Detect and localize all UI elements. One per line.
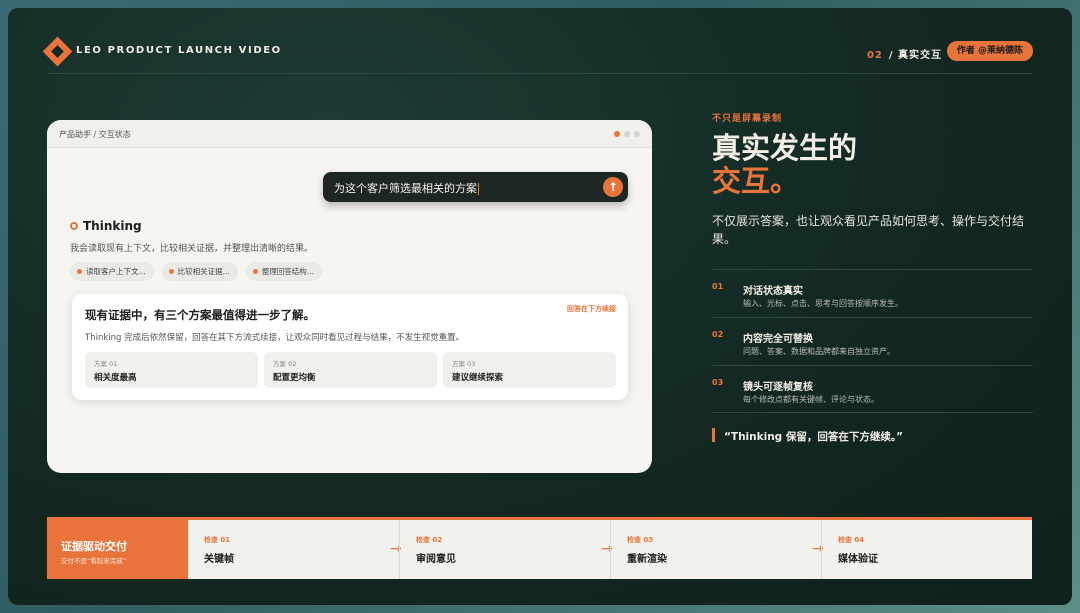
feature-number: 02 (712, 330, 724, 339)
check-step: 检查 04 媒体验证 (821, 520, 1032, 579)
check-step-key: 检查 02 (416, 536, 443, 544)
slide-frame: LEO PRODUCT LAUNCH VIDEO 02 / 真实交互 作者 @莱纳… (8, 8, 1072, 605)
check-step-key: 检查 03 (627, 536, 654, 544)
feature-number: 03 (712, 378, 724, 387)
option-value: 相关度最高 (94, 373, 137, 383)
section-title: 真实交互 (898, 50, 942, 61)
window-dot[interactable] (634, 131, 640, 137)
header: LEO PRODUCT LAUNCH VIDEO 02 / 真实交互 作者 @莱纳… (8, 8, 1072, 74)
logo-diamond-icon (42, 36, 73, 67)
option-key: 方案 03 (452, 360, 476, 368)
check-step-value: 审阅意见 (416, 554, 456, 565)
feature-item: 01 对话状态真实 输入、光标、点击、思考与回答按顺序发生。 (712, 269, 1033, 317)
header-divider (47, 73, 1033, 74)
breadcrumb: 产品助手 / 交互状态 (59, 130, 131, 139)
option-key: 方案 02 (273, 360, 297, 368)
prompt-text: 为这个客户筛选最相关的方案 (334, 180, 479, 196)
thinking-description: 我会读取现有上下文，比较相关证据，并整理出清晰的结果。 (70, 244, 314, 254)
answer-title: 现有证据中，有三个方案最值得进一步了解。 (85, 308, 315, 322)
section-separator: / (888, 50, 894, 61)
author-badge: 作者 @莱纳德陈 (946, 41, 1033, 61)
option-value: 配置更均衡 (273, 373, 316, 383)
eyebrow-text: 不只是屏幕录制 (712, 114, 783, 124)
answer-description: Thinking 完成后依然保留，回答在其下方流式续接，让观众同时看见过程与结果… (85, 333, 465, 343)
option-card[interactable]: 方案 02 配置更均衡 (264, 352, 437, 388)
feature-title: 内容完全可替换 (743, 334, 813, 345)
headline-line-1: 真实发生的 (712, 131, 858, 165)
check-step-value: 重新渲染 (627, 554, 667, 565)
feature-title: 对话状态真实 (743, 286, 803, 297)
feature-divider (712, 412, 1033, 413)
feature-item: 02 内容完全可替换 问题、答案、数据和品牌都来自独立资产。 (712, 317, 1033, 365)
send-button[interactable]: ↑ (603, 177, 623, 197)
check-step: 检查 03 重新渲染 (610, 520, 821, 579)
check-step-value: 关键帧 (204, 554, 234, 565)
option-card[interactable]: 方案 01 相关度最高 (85, 352, 258, 388)
option-key: 方案 01 (94, 360, 118, 368)
prompt-input[interactable]: 为这个客户筛选最相关的方案 ↑ (323, 172, 628, 202)
answer-card: 现有证据中，有三个方案最值得进一步了解。 回答在下方续接 Thinking 完成… (72, 294, 628, 400)
section-number: 02 (866, 50, 883, 61)
feature-description: 输入、光标、点击、思考与回答按顺序发生。 (743, 299, 903, 308)
feature-title: 镜头可逐帧复核 (743, 382, 813, 393)
answer-tag: 回答在下方续接 (567, 305, 616, 313)
headline-line-2: 交互。 (712, 164, 800, 198)
feature-item: 03 镜头可逐帧复核 每个修改点都有关键帧、评论与状态。 (712, 365, 1033, 413)
thinking-step-chip: 比较相关证据... (161, 262, 238, 281)
quote-accent-bar (712, 428, 715, 442)
strip-lead-title: 证据驱动交付 (61, 540, 127, 553)
lead-paragraph: 不仅展示答案，也让观众看见产品如何思考、操作与交付结果。 (712, 214, 1025, 246)
window-titlebar: 产品助手 / 交互状态 (47, 120, 652, 148)
thinking-steps: 读取客户上下文... 比较相关证据... 整理回答结构... (70, 262, 322, 281)
feature-number: 01 (712, 282, 724, 291)
strip-lead-subtitle: 交付不是“看起来完成” (61, 557, 127, 565)
window-dots (614, 131, 640, 137)
feature-description: 问题、答案、数据和品牌都来自独立资产。 (743, 347, 895, 356)
strip-lead-block: 证据驱动交付 交付不是“看起来完成” (47, 520, 188, 579)
section-label: 02 / 真实交互 (867, 46, 942, 61)
app-window: 产品助手 / 交互状态 为这个客户筛选最相关的方案 ↑ Thinking 我会读… (47, 120, 652, 473)
check-step-value: 媒体验证 (838, 554, 878, 565)
window-dot[interactable] (624, 131, 630, 137)
process-strip: 证据驱动交付 交付不是“看起来完成” 检查 01 关键帧 → 检查 02 审阅意… (47, 517, 1032, 579)
pull-quote: “Thinking 保留，回答在下方继续。” (724, 431, 903, 443)
window-dot-active[interactable] (614, 131, 620, 137)
answer-options: 方案 01 相关度最高 方案 02 配置更均衡 方案 03 建议继续探索 (85, 352, 616, 388)
thinking-step-chip: 整理回答结构... (245, 262, 322, 281)
arrow-up-icon: ↑ (607, 180, 619, 194)
thinking-title: Thinking (83, 219, 142, 233)
text-caret (478, 183, 479, 195)
option-card[interactable]: 方案 03 建议继续探索 (443, 352, 616, 388)
thinking-indicator-icon (70, 222, 78, 230)
option-value: 建议继续探索 (452, 373, 504, 383)
brand-title: LEO PRODUCT LAUNCH VIDEO (76, 45, 282, 56)
prompt-value: 为这个客户筛选最相关的方案 (334, 182, 477, 195)
check-step: 检查 01 关键帧 (188, 520, 399, 579)
feature-description: 每个修改点都有关键帧、评论与状态。 (743, 395, 879, 404)
check-step-key: 检查 01 (204, 536, 231, 544)
thinking-step-chip: 读取客户上下文... (70, 262, 154, 281)
check-step-key: 检查 04 (838, 536, 865, 544)
check-step: 检查 02 审阅意见 (399, 520, 610, 579)
